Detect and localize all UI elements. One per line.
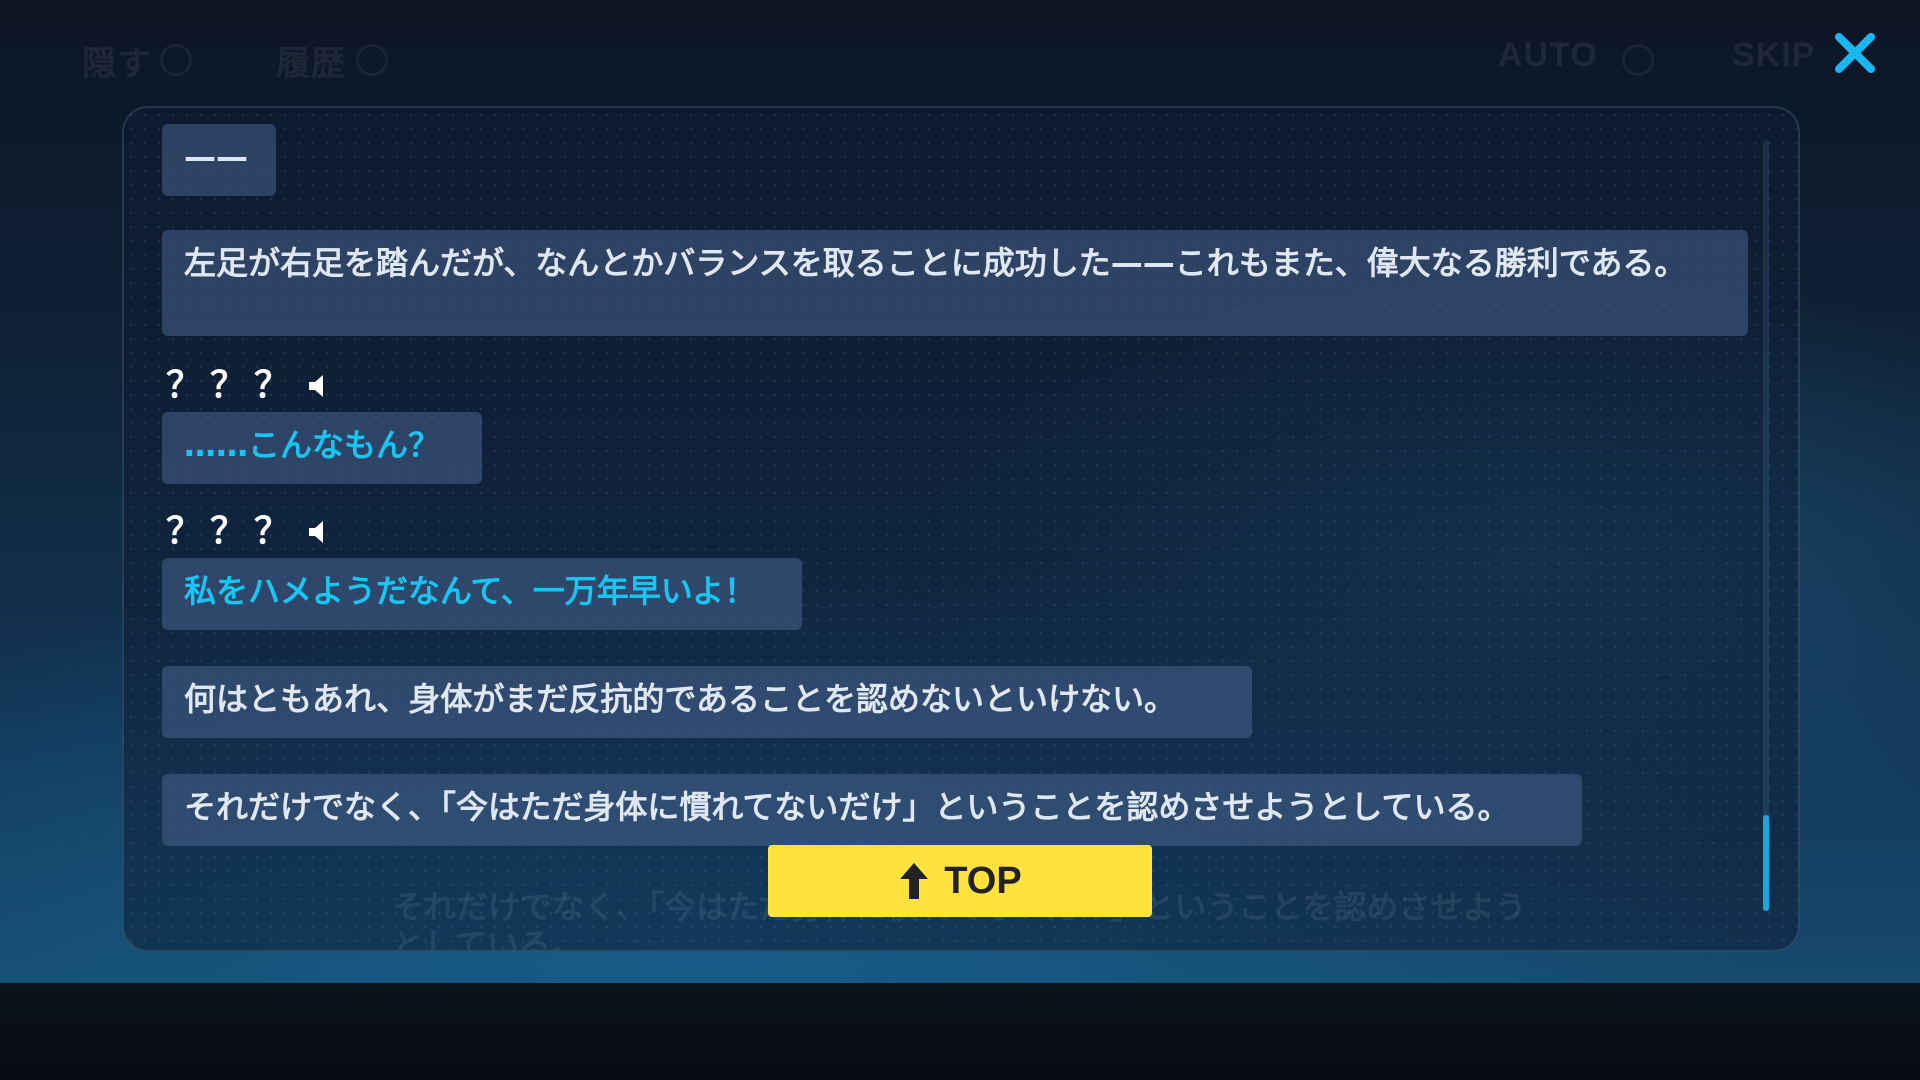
- speaker-name: ？？？: [166, 511, 299, 552]
- scrollbar-thumb[interactable]: [1763, 815, 1769, 911]
- log-entry-narration: 左足が右足を踏んだが、なんとかバランスを取ることに成功した——これもまた、偉大な…: [162, 230, 1748, 336]
- log-entry-dialogue: ……こんなもん？: [162, 412, 482, 484]
- fast-forward-icon: [1622, 44, 1654, 76]
- auto-button[interactable]: AUTO: [1498, 36, 1598, 75]
- skip-button[interactable]: SKIP: [1732, 36, 1815, 75]
- hide-button[interactable]: 隠す: [82, 36, 152, 85]
- close-button[interactable]: [1830, 28, 1880, 78]
- history-icon: [356, 44, 388, 76]
- story-scene: 隠す 履歴 AUTO SKIP それだけでなく、「今はただ身体に慣れてないだけ」…: [0, 0, 1920, 983]
- log-entry-narration: 何はともあれ、身体がまだ反抗的であることを認めないといけない。: [162, 666, 1252, 738]
- arrow-up-icon: [898, 861, 930, 901]
- top-button-label: TOP: [944, 859, 1022, 902]
- bottom-letterbox: [0, 983, 1920, 1080]
- speaker-name: ？？？: [166, 365, 299, 406]
- scrollbar-track[interactable]: [1763, 140, 1769, 910]
- log-entry-narration: ——: [162, 124, 276, 196]
- log-entry-narration: それだけでなく、「今はただ身体に慣れてないだけ」ということを認めさせようとしてい…: [162, 774, 1582, 846]
- speaker-icon[interactable]: [306, 514, 330, 543]
- history-log-panel: それだけでなく、「今はただ身体に慣れてないだけ」ということを認めさせようとしてい…: [122, 106, 1800, 952]
- eye-icon: [160, 44, 192, 76]
- speaker-icon[interactable]: [306, 368, 330, 397]
- speaker-row: ？？？: [166, 506, 330, 552]
- history-button[interactable]: 履歴: [276, 36, 346, 85]
- speaker-row: ？？？: [166, 360, 330, 406]
- log-entry-dialogue: 私をハメようだなんて、一万年早いよ！: [162, 558, 802, 630]
- scroll-to-top-button[interactable]: TOP: [768, 845, 1152, 917]
- close-icon: [1835, 33, 1875, 73]
